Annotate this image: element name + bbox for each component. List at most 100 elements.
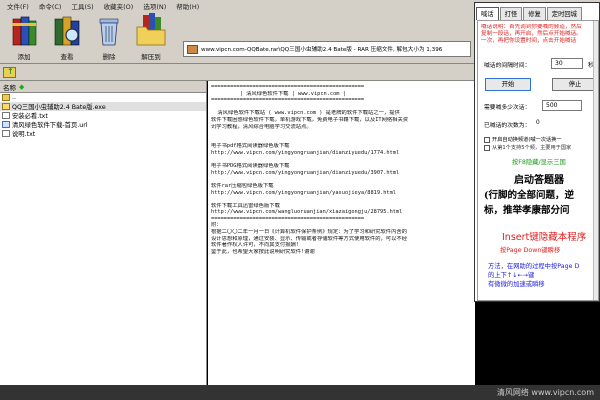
auto-channel-label: 开启自动换频道(喊一次话换一: [492, 137, 562, 143]
sort-arrow-icon: ◆: [19, 82, 25, 91]
text-line: ========================================…: [211, 215, 365, 222]
instruction-line: 喊话说明：首先调到你要喊的频道，然后: [481, 24, 582, 30]
instructions: 喊话说明：首先调到你要喊的频道，然后 复制一段话，再开启，然后点开始喊话。 一次…: [481, 24, 598, 45]
text-line: http://www.vipcn.com/yingyongruanjian/ya…: [211, 189, 396, 196]
channel-option-label: 从第1个支持5个频，主要用于国家: [492, 145, 572, 151]
instruction-line: 复制一段话，再开启，然后点开始喊话。: [481, 31, 582, 37]
helper-dialog: 喊话 打怪 修复 定时回城 喊话说明：首先调到你要喊的频道，然后 复制一段话，再…: [474, 2, 600, 302]
list-item[interactable]: 清风绿色软件下载-首页.url: [0, 120, 206, 129]
sent-count-value: 0: [536, 120, 540, 126]
extract-to-label: 解压到: [141, 53, 161, 61]
folder-icon: [2, 94, 10, 101]
tab-shout[interactable]: 喊话: [476, 7, 499, 20]
text-line: 软件著作权人许可，不向其支付报酬!: [211, 242, 299, 249]
interval-input[interactable]: 30: [551, 58, 583, 69]
sent-count-label: 已喊话的次数为：: [484, 123, 531, 129]
archive-icon: [187, 44, 198, 54]
shout-panel: 喊话说明：首先调到你要喊的频道，然后 复制一段话，再开启，然后点开始喊话。 一次…: [477, 20, 599, 301]
method-line: 的上下↑↓←→键: [488, 272, 535, 279]
text-file-icon: [2, 130, 10, 137]
list-item[interactable]: 说明.txt: [0, 129, 206, 138]
url-file-icon: [2, 121, 10, 128]
list-item-label: 说明.txt: [12, 131, 36, 138]
text-line: ========================================…: [211, 84, 365, 90]
tab-repair[interactable]: 修复: [523, 7, 546, 20]
text-line: [211, 196, 472, 203]
exe-file-icon: [2, 103, 10, 110]
text-line: | 清风绿色软件下载 | www.vipcn.com |: [211, 90, 346, 97]
text-line: http://www.vipcn.com/wangluoruanjian/xia…: [211, 209, 403, 216]
delete-label: 删除: [102, 53, 116, 61]
answer-tool-line: 标，推举孝康部分问: [484, 205, 570, 216]
text-line: [211, 104, 472, 111]
list-item-label: 安装必看.txt: [12, 113, 48, 120]
archive-path-text: www.vipcn.com-QQBate.rar\QQ三国小虫辅助2.4 Bat…: [201, 47, 443, 53]
list-item[interactable]: QQ三国小虫辅助2.4 Bate版.exe: [0, 102, 206, 111]
text-line: 电子书PDG格式阅读器绿色版下载: [211, 163, 290, 170]
toggle-hint-link[interactable]: 按F8隐藏/显示三国: [512, 157, 566, 166]
max-count-label: 需要喊多少次话：: [484, 105, 531, 111]
text-line: 软件下载困惑绿色软件下载，单机游戏下载，免费电子书籍下载，以及IT网络相关资: [211, 116, 409, 123]
column-header-name[interactable]: 名称 ◆: [0, 81, 206, 93]
text-line: [211, 137, 472, 144]
menu-help[interactable]: 帮助(H): [171, 1, 204, 11]
menu-options[interactable]: 选项(N): [138, 1, 171, 11]
watermark: 清风网络 www.vipcn.com: [496, 388, 594, 397]
text-line: [211, 176, 472, 183]
text-line: 鉴于此，也希望大家按此说明研究软件!谢谢: [211, 248, 315, 255]
scrollbar[interactable]: [593, 21, 598, 300]
delete-button[interactable]: 删除: [90, 13, 128, 63]
max-count-input[interactable]: 500: [542, 100, 582, 111]
channel-option-checkbox[interactable]: [484, 145, 490, 151]
menu-tools[interactable]: 工具(S): [66, 1, 98, 11]
method-line: 有微微的加速或瞬移: [488, 281, 545, 288]
menu-commands[interactable]: 命令(C): [34, 1, 67, 11]
start-button[interactable]: 开始: [485, 78, 531, 91]
text-line: 设计思想和原理，通过安装、显示、传输或者存储软件等方式使用软件的，可以不经: [211, 235, 407, 242]
text-line: 软件rar压缩包绿色版下载: [211, 182, 274, 189]
list-item[interactable]: ..: [0, 93, 206, 102]
interval-label: 喊话的间隔时间：: [484, 63, 531, 69]
folder-books-icon: [136, 13, 166, 47]
insert-hide-hint: Insert键隐藏本程序: [502, 232, 587, 243]
text-line: ========================================…: [211, 97, 365, 104]
add-books-icon: [9, 13, 39, 47]
tab-fight[interactable]: 打怪: [499, 7, 523, 20]
up-folder-icon[interactable]: [3, 67, 16, 78]
text-preview[interactable]: ========================================…: [208, 81, 475, 385]
view-books-icon: [52, 13, 82, 47]
add-button[interactable]: 添加: [5, 13, 43, 63]
text-line: 清风绿色软件下载站 ( www.vipcn.com ) 是老牌的软件下载站之一，…: [211, 110, 400, 117]
teleport-hint: 按Page Down键瞬移: [500, 247, 561, 254]
list-item[interactable]: 安装必看.txt: [0, 111, 206, 120]
archive-path-bar[interactable]: www.vipcn.com-QQBate.rar\QQ三国小虫辅助2.4 Bat…: [183, 41, 471, 57]
stop-button[interactable]: 停止: [552, 78, 598, 91]
text-line: 附：: [211, 222, 222, 229]
answer-tool-line: (行脚的全部问题，逆: [484, 190, 574, 201]
file-list: 名称 ◆ .. QQ三国小虫辅助2.4 Bate版.exe 安装必看.txt 清…: [0, 81, 207, 385]
text-line: [211, 130, 472, 137]
add-label: 添加: [17, 53, 31, 61]
menu-file[interactable]: 文件(F): [2, 1, 34, 11]
instruction-line: 一次，再把你设置时间，点击开始喊话: [481, 38, 577, 44]
view-label: 查看: [60, 53, 74, 61]
text-line: 软件下载工具迅雷绿色版下载: [211, 202, 280, 209]
text-line: 电子书pdf格式阅读器绿色版下载: [211, 143, 290, 150]
column-header-label: 名称: [3, 83, 16, 92]
method-line: 方法，在网助的过程中按Page D: [488, 263, 580, 270]
list-item-label: QQ三国小虫辅助2.4 Bate版.exe: [12, 104, 106, 111]
answer-tool-title[interactable]: 启动答题器: [478, 171, 598, 186]
auto-channel-checkbox[interactable]: [484, 137, 490, 143]
view-button[interactable]: 查看: [48, 13, 86, 63]
text-line: 根据二〇〇二年一月一日《计算机软件保护条例》规定：为了学习和研究软件内含的: [211, 229, 407, 236]
text-line: [211, 157, 472, 164]
menu-favorites[interactable]: 收藏夹(O): [99, 1, 139, 11]
list-item-label: 清风绿色软件下载-首页.url: [12, 122, 88, 129]
text-line: 讯学习教程，清风综合电脑学习交流站点。: [211, 123, 312, 130]
text-line: http://www.vipcn.com/yingyongruanjian/di…: [211, 169, 400, 176]
tab-timed-return[interactable]: 定时回城: [546, 7, 582, 20]
trash-can-icon: [94, 13, 124, 47]
extract-to-button[interactable]: 解压到: [132, 13, 170, 63]
text-file-icon: [2, 112, 10, 119]
list-item-label: ..: [12, 94, 17, 101]
